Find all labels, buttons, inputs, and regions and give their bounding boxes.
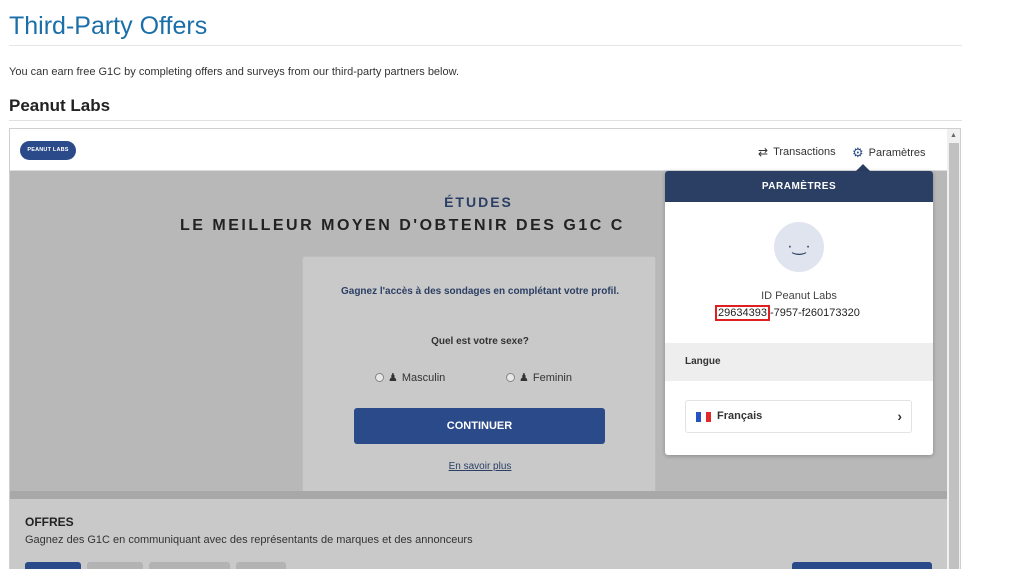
peanut-id-rest: -7957-f260173320 [769,307,860,319]
continue-button[interactable]: CONTINUER [354,408,605,444]
offer-tab[interactable] [25,562,81,569]
peanut-labs-frame: PEANUT LABS ⇄ Transactions ⚙ Paramètres … [9,128,961,569]
learn-more-link[interactable]: En savoir plus [303,461,657,472]
page-title: Third-Party Offers [9,12,208,40]
offer-tab[interactable] [236,562,286,569]
title-divider [9,45,962,46]
language-selector[interactable]: Français › [685,400,912,433]
transactions-link[interactable]: ⇄ Transactions [758,145,836,159]
radio-male[interactable] [375,373,384,382]
language-value: Français [717,410,763,422]
offers-section: OFFRES Gagnez des G1C en communiquant av… [10,499,947,569]
offer-tab[interactable] [149,562,230,569]
radio-female[interactable] [506,373,515,382]
frame-scrollbar[interactable]: ▲ [947,129,960,569]
offer-action-button[interactable] [792,562,932,569]
male-person-icon: ♟ [388,372,398,384]
scroll-up-icon[interactable]: ▲ [950,132,957,139]
language-heading: Langue [685,356,721,367]
popover-arrow [856,164,870,171]
section-divider [9,120,962,121]
scroll-thumb[interactable] [949,143,959,569]
transactions-label: Transactions [773,146,836,158]
profile-card: Gagnez l'accès à des sondages en complét… [302,256,656,496]
offer-tab[interactable] [87,562,143,569]
settings-popover: PARAMÈTRES ·‿· ID Peanut Labs 29634393 -7… [665,171,933,455]
offers-divider [10,491,947,499]
peanut-header: PEANUT LABS ⇄ Transactions ⚙ Paramètres [10,129,947,171]
settings-label: Paramètres [868,147,926,159]
profile-prompt: Gagnez l'accès à des sondages en complét… [340,286,620,297]
intro-text: You can earn free G1C by completing offe… [9,66,460,78]
avatar: ·‿· [774,222,824,272]
gender-option-female[interactable]: ♟ Feminin [506,371,572,384]
language-band: Langue [665,343,933,381]
peanut-labs-logo[interactable]: PEANUT LABS [20,141,76,160]
male-label: Masculin [401,371,446,384]
chevron-right-icon: › [897,408,902,424]
settings-link[interactable]: ⚙ Paramètres [852,145,926,161]
female-person-icon: ♟ [519,372,529,384]
swap-arrows-icon: ⇄ [758,145,769,159]
smiley-face-icon: ·‿· [787,238,811,255]
peanut-id-value: 29634393 -7957-f260173320 [715,305,860,321]
hero-slogan: LE MEILLEUR MOYEN D'OBTENIR DES G1C C [180,217,625,234]
offers-subtitle: Gagnez des G1C en communiquant avec des … [25,534,473,546]
peanut-id-highlighted: 29634393 [715,305,770,321]
female-label: Feminin [532,371,572,384]
popover-title: PARAMÈTRES [665,171,933,202]
gender-option-male[interactable]: ♟ Masculin [375,371,445,384]
peanut-id-label: ID Peanut Labs [761,290,837,302]
gear-icon: ⚙ [852,145,864,160]
gender-question: Quel est votre sexe? [431,336,529,347]
section-title: Peanut Labs [9,96,111,115]
offers-title: OFFRES [25,515,74,529]
french-flag-icon [696,412,711,422]
